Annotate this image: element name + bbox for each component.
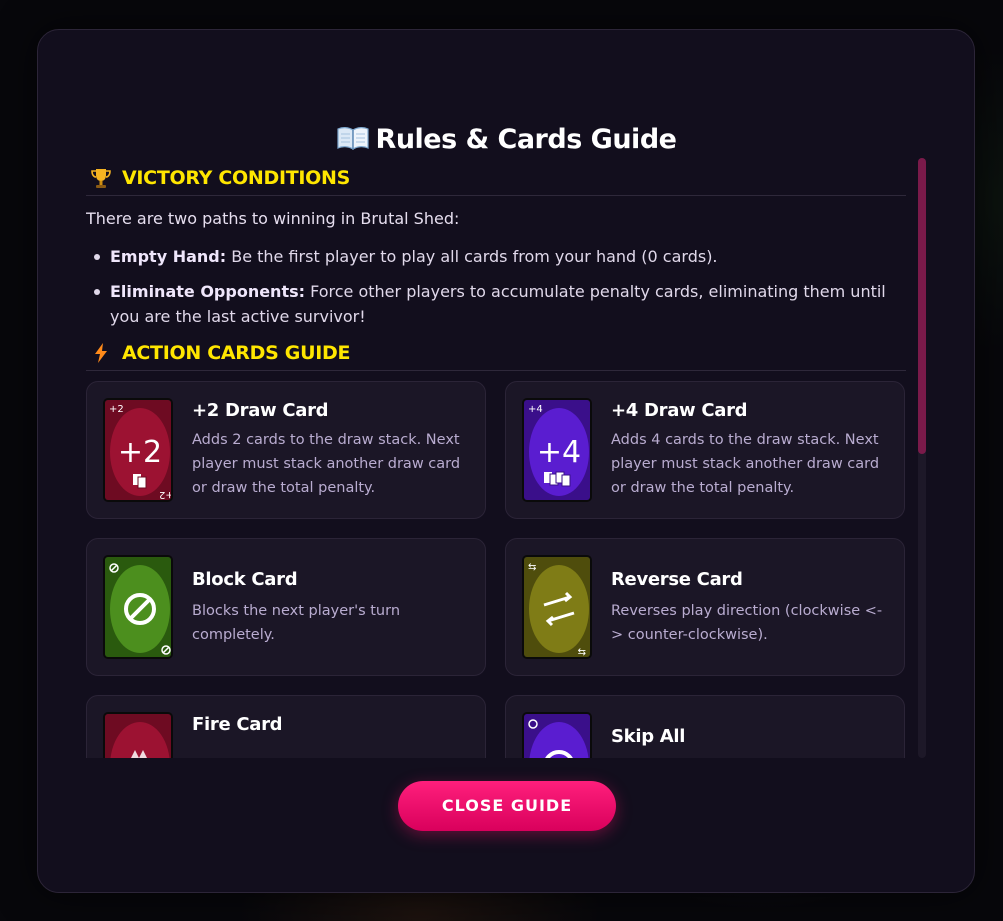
card-title: Fire Card [192, 714, 283, 735]
reverse-card-image: ⇆ ⇆ [522, 555, 592, 659]
action-cards-grid: +2 +2 +2 +2 Draw Card Adds 2 cards to th… [86, 381, 906, 758]
action-card-plus4: +4 +4 +4 Draw Card Adds 4 cards to the d… [505, 381, 905, 519]
card-description: Adds 4 cards to the draw stack. Next pla… [611, 432, 880, 496]
actions-heading-text: ACTION CARDS GUIDE [122, 341, 351, 364]
card-title: +2 Draw Card [192, 400, 329, 421]
open-book-icon [336, 127, 369, 151]
plus2-card-image: +2 +2 +2 [103, 398, 173, 502]
action-card-reverse: ⇆ ⇆ Reverse Card Reverses play direction… [505, 538, 905, 676]
actions-section-heading: ACTION CARDS GUIDE [86, 335, 906, 371]
svg-text:⇆: ⇆ [578, 647, 586, 658]
action-card-plus2: +2 +2 +2 +2 Draw Card Adds 2 cards to th… [86, 381, 486, 519]
svg-text:+2: +2 [159, 489, 173, 500]
list-item-text: Be the first player to play all cards fr… [226, 247, 718, 266]
guide-scrollbar[interactable] [918, 158, 926, 758]
action-card-fire: Fire Card [86, 695, 486, 758]
close-guide-button[interactable]: CLOSE GUIDE [398, 781, 616, 831]
svg-text:⇆: ⇆ [528, 562, 536, 573]
list-item-label: Empty Hand: [110, 247, 227, 266]
svg-text:+2: +2 [118, 435, 162, 470]
card-title: Skip All [611, 726, 686, 747]
list-item: Eliminate Opponents: Force other players… [94, 279, 906, 329]
card-title: +4 Draw Card [611, 400, 748, 421]
victory-list: Empty Hand: Be the first player to play … [86, 244, 906, 329]
rules-guide-modal: Rules & Cards Guide VICTORY CONDITIONS T… [37, 29, 975, 893]
action-card-block: Block Card Blocks the next player's turn… [86, 538, 486, 676]
list-item: Empty Hand: Be the first player to play … [94, 244, 906, 269]
victory-heading-text: VICTORY CONDITIONS [122, 166, 350, 189]
action-card-skip-all: Skip All [505, 695, 905, 758]
card-description: Adds 2 cards to the draw stack. Next pla… [192, 432, 461, 496]
card-description: Blocks the next player's turn completely… [192, 603, 401, 643]
fire-card-image [103, 712, 173, 758]
victory-section-heading: VICTORY CONDITIONS [86, 160, 906, 196]
lightning-icon [95, 342, 107, 363]
plus4-card-image: +4 +4 [522, 398, 592, 502]
guide-scroll-content[interactable]: VICTORY CONDITIONS There are two paths t… [86, 160, 906, 758]
victory-intro: There are two paths to winning in Brutal… [86, 209, 460, 228]
svg-text:+2: +2 [109, 404, 124, 415]
svg-text:+4: +4 [537, 435, 581, 470]
list-item-label: Eliminate Opponents: [110, 282, 306, 301]
modal-title-text: Rules & Cards Guide [375, 124, 677, 155]
card-title: Reverse Card [611, 569, 743, 590]
card-description: Reverses play direction (clockwise <-> c… [611, 603, 883, 643]
block-card-image [103, 555, 173, 659]
skip-all-card-image [522, 712, 592, 758]
modal-title: Rules & Cards Guide [38, 124, 974, 155]
card-title: Block Card [192, 569, 298, 590]
trophy-icon [91, 168, 111, 188]
guide-scrollbar-thumb[interactable] [918, 158, 926, 454]
svg-text:+4: +4 [528, 404, 543, 415]
